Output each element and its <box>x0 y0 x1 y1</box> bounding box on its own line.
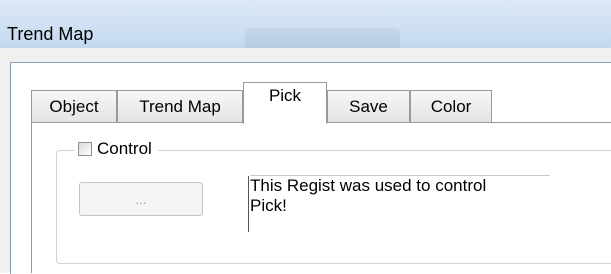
description-line-2: Pick! <box>250 196 287 215</box>
browse-button[interactable]: ... <box>79 182 203 216</box>
control-checkbox-label: Control <box>97 139 152 158</box>
tab-pick[interactable]: Pick <box>243 82 327 124</box>
tab-save[interactable]: Save <box>327 90 410 122</box>
trend-map-dialog: Trend Map Object Trend Map Pick Save Col… <box>0 0 611 274</box>
tab-color[interactable]: Color <box>410 90 492 122</box>
description-line-1: This Regist was used to control <box>250 176 487 195</box>
tab-object[interactable]: Object <box>31 90 117 122</box>
control-checkbox-row[interactable]: Control <box>74 138 158 160</box>
description-text: This Regist was used to control Pick! <box>250 176 550 216</box>
description-left-border <box>248 176 249 232</box>
title-bar: Trend Map <box>0 0 611 48</box>
tab-trend-map[interactable]: Trend Map <box>117 90 243 122</box>
title-bar-blur <box>245 28 400 48</box>
dialog-title: Trend Map <box>7 24 94 44</box>
control-checkbox[interactable] <box>78 142 92 156</box>
